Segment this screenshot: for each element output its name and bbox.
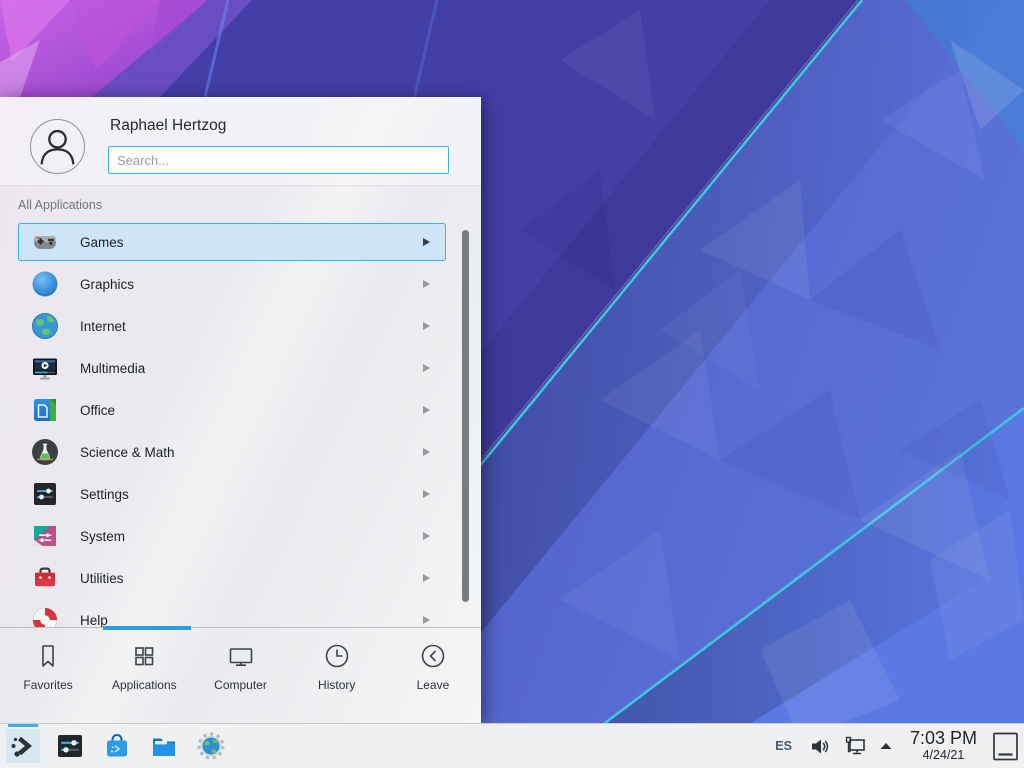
system-tray: ES 7:03 PM 4/24/21	[775, 724, 1019, 768]
active-app-indicator	[8, 724, 38, 727]
submenu-arrow-icon	[423, 490, 430, 498]
kde-kickoff-icon	[7, 730, 39, 762]
sliders-icon	[31, 480, 59, 508]
taskbar-app-discover[interactable]	[100, 729, 134, 763]
category-label: Games	[80, 235, 423, 250]
user-icon	[31, 119, 84, 174]
category-system[interactable]: System	[18, 517, 446, 555]
category-label: Utilities	[80, 571, 423, 586]
keyboard-layout-indicator[interactable]: ES	[775, 739, 792, 753]
launcher-header: Raphael Hertzog	[0, 97, 481, 186]
taskbar-app-file-manager[interactable]	[147, 729, 181, 763]
submenu-arrow-icon	[423, 448, 430, 456]
tab-favorites[interactable]: Favorites	[0, 628, 96, 723]
tab-history[interactable]: History	[289, 628, 385, 723]
taskbar-app-browser[interactable]	[194, 729, 228, 763]
volume-icon[interactable]	[809, 736, 830, 757]
digital-clock[interactable]: 7:03 PM 4/24/21	[910, 729, 977, 763]
tab-label: Favorites	[23, 678, 72, 692]
submenu-arrow-icon	[423, 238, 430, 246]
tab-applications[interactable]: Applications	[96, 628, 192, 723]
globe-gear-icon	[195, 730, 227, 762]
list-scrollbar[interactable]	[462, 230, 469, 602]
toolbox-icon	[31, 564, 59, 592]
application-launcher-menu: Raphael Hertzog All Applications Games	[0, 97, 481, 723]
category-label: Graphics	[80, 277, 423, 292]
category-internet[interactable]: Internet	[18, 307, 446, 345]
category-label: System	[80, 529, 423, 544]
bookmark-icon	[33, 641, 63, 671]
system-sliders-icon	[31, 522, 59, 550]
system-settings-icon	[54, 730, 86, 762]
submenu-arrow-icon	[423, 574, 430, 582]
submenu-arrow-icon	[423, 322, 430, 330]
tray-expander-caret-icon[interactable]	[879, 741, 893, 751]
submenu-arrow-icon	[423, 364, 430, 372]
category-label: Office	[80, 403, 423, 418]
category-utilities[interactable]: Utilities	[18, 559, 446, 597]
submenu-arrow-icon	[423, 406, 430, 414]
category-label: Settings	[80, 487, 423, 502]
leave-circle-icon	[418, 641, 448, 671]
category-label: Multimedia	[80, 361, 423, 376]
discover-bag-icon	[101, 730, 133, 762]
tab-computer[interactable]: Computer	[192, 628, 288, 723]
category-label: Science & Math	[80, 445, 423, 460]
tab-leave[interactable]: Leave	[385, 628, 481, 723]
monitor-icon	[226, 641, 256, 671]
clock-icon	[322, 641, 352, 671]
flask-icon	[31, 438, 59, 466]
user-name: Raphael Hertzog	[110, 117, 226, 135]
user-avatar[interactable]	[30, 119, 85, 174]
media-player-icon	[31, 354, 59, 382]
clock-time: 7:03 PM	[910, 729, 977, 749]
lifebuoy-icon	[31, 606, 59, 627]
category-multimedia[interactable]: Multimedia	[18, 349, 446, 387]
category-games[interactable]: Games	[18, 223, 446, 261]
category-label: Internet	[80, 319, 423, 334]
category-help[interactable]: Help	[18, 601, 446, 627]
tab-label: Leave	[417, 678, 450, 692]
category-label: Help	[80, 613, 423, 628]
search-input[interactable]	[108, 146, 449, 174]
taskbar-apps	[6, 729, 228, 763]
category-science-math[interactable]: Science & Math	[18, 433, 446, 471]
show-desktop-button[interactable]	[992, 730, 1019, 763]
taskbar-app-system-settings[interactable]	[53, 729, 87, 763]
taskbar-app-launcher[interactable]	[6, 729, 40, 763]
category-list: Games Graphics Internet	[18, 223, 446, 627]
submenu-arrow-icon	[423, 280, 430, 288]
blue-sphere-icon	[31, 270, 59, 298]
grid-icon	[129, 641, 159, 671]
tab-label: History	[318, 678, 355, 692]
section-label: All Applications	[18, 198, 102, 212]
submenu-arrow-icon	[423, 532, 430, 540]
wired-network-icon[interactable]	[844, 735, 867, 757]
tab-label: Computer	[214, 678, 267, 692]
launcher-tabbar: Favorites Applications Computer	[0, 627, 481, 723]
gamepad-icon	[31, 228, 59, 256]
active-tab-indicator	[103, 626, 191, 630]
folder-icon	[148, 730, 180, 762]
clock-date: 4/24/21	[910, 749, 977, 763]
submenu-arrow-icon	[423, 616, 430, 624]
tab-label: Applications	[112, 678, 177, 692]
taskbar-panel: ES 7:03 PM 4/24/21	[0, 723, 1024, 768]
category-graphics[interactable]: Graphics	[18, 265, 446, 303]
category-settings[interactable]: Settings	[18, 475, 446, 513]
document-icon	[31, 396, 59, 424]
globe-icon	[31, 312, 59, 340]
category-office[interactable]: Office	[18, 391, 446, 429]
